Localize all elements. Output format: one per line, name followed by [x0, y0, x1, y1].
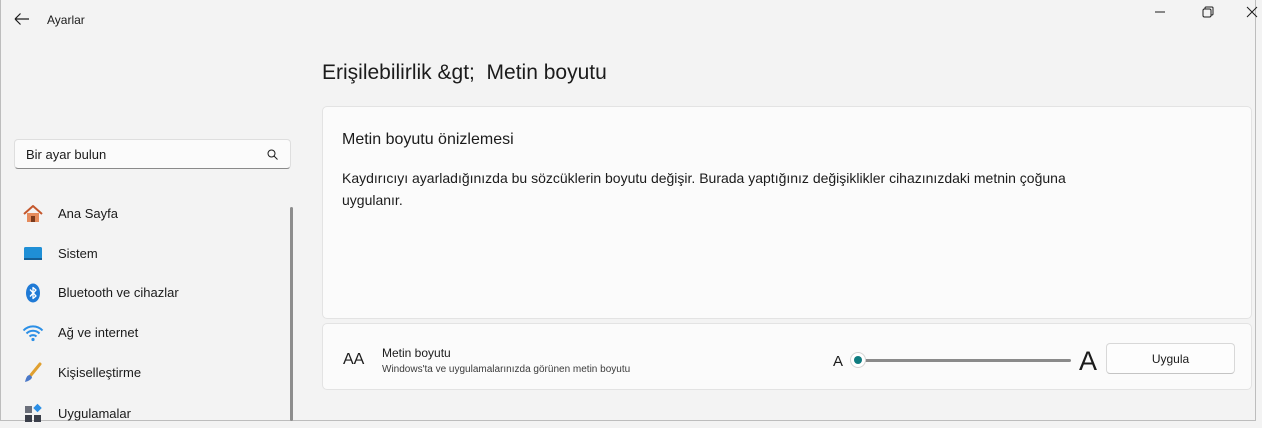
- breadcrumb-current: Metin boyutu: [486, 61, 607, 84]
- sidebar-item-system[interactable]: Sistem: [20, 238, 285, 268]
- slider-min-label: A: [833, 353, 844, 370]
- sidebar-item-label: Sistem: [58, 246, 98, 261]
- text-size-icon: AA: [343, 351, 365, 368]
- back-arrow-icon[interactable]: [12, 10, 32, 28]
- text-size-slider[interactable]: [850, 350, 1077, 370]
- sidebar-scrollbar[interactable]: [290, 207, 293, 421]
- sidebar-item-label: Bluetooth ve cihazlar: [58, 285, 179, 300]
- sidebar-item-network[interactable]: Ağ ve internet: [20, 317, 285, 347]
- setting-title: Metin boyutu: [382, 346, 451, 360]
- page-title: Erişilebilirlik &gt; Metin boyutu: [322, 61, 607, 85]
- slider-max-label: A: [1079, 346, 1098, 376]
- preview-heading: Metin boyutu önizlemesi: [342, 131, 514, 148]
- sidebar-item-label: Uygulamalar: [58, 406, 131, 421]
- slider-thumb[interactable]: [850, 352, 866, 368]
- restore-icon[interactable]: [1197, 5, 1217, 19]
- preview-body-text: Kaydırıcıyı ayarladığınızda bu sözcükler…: [342, 170, 1066, 208]
- sidebar-item-apps[interactable]: Uygulamalar: [20, 398, 285, 428]
- sidebar-item-home[interactable]: Ana Sayfa: [20, 198, 285, 228]
- sidebar-item-label: Kişiselleştirme: [58, 365, 142, 380]
- home-icon: [23, 205, 43, 222]
- minimize-icon[interactable]: [1150, 5, 1170, 19]
- sidebar-item-bluetooth[interactable]: Bluetooth ve cihazlar: [20, 277, 285, 307]
- breadcrumb-parent[interactable]: Erişilebilirlik &gt;: [322, 61, 475, 84]
- bluetooth-icon: [26, 283, 40, 303]
- apply-button[interactable]: Uygula: [1106, 343, 1235, 374]
- app-title: Ayarlar: [47, 13, 85, 27]
- brush-icon: [25, 362, 42, 382]
- search-icon[interactable]: [267, 149, 278, 160]
- sidebar-item-label: Ağ ve internet: [58, 325, 139, 340]
- apps-icon: [25, 403, 42, 422]
- sidebar-item-label: Ana Sayfa: [58, 206, 118, 221]
- slider-track[interactable]: [858, 359, 1071, 362]
- sidebar-item-personalization[interactable]: Kişiselleştirme: [20, 357, 285, 387]
- search-box[interactable]: [14, 139, 291, 169]
- title-bar: Ayarlar: [0, 0, 1258, 40]
- text-size-setting-row: AA Metin boyutu Windows'ta ve uygulamala…: [322, 323, 1252, 390]
- wifi-icon: [22, 325, 44, 342]
- search-input[interactable]: [15, 140, 266, 168]
- system-icon: [24, 247, 42, 260]
- setting-description: Windows'ta ve uygulamalarınızda görünen …: [382, 364, 631, 375]
- text-size-preview-card: Metin boyutu önizlemesi Kaydırıcıyı ayar…: [322, 106, 1252, 319]
- close-icon[interactable]: [1242, 5, 1262, 19]
